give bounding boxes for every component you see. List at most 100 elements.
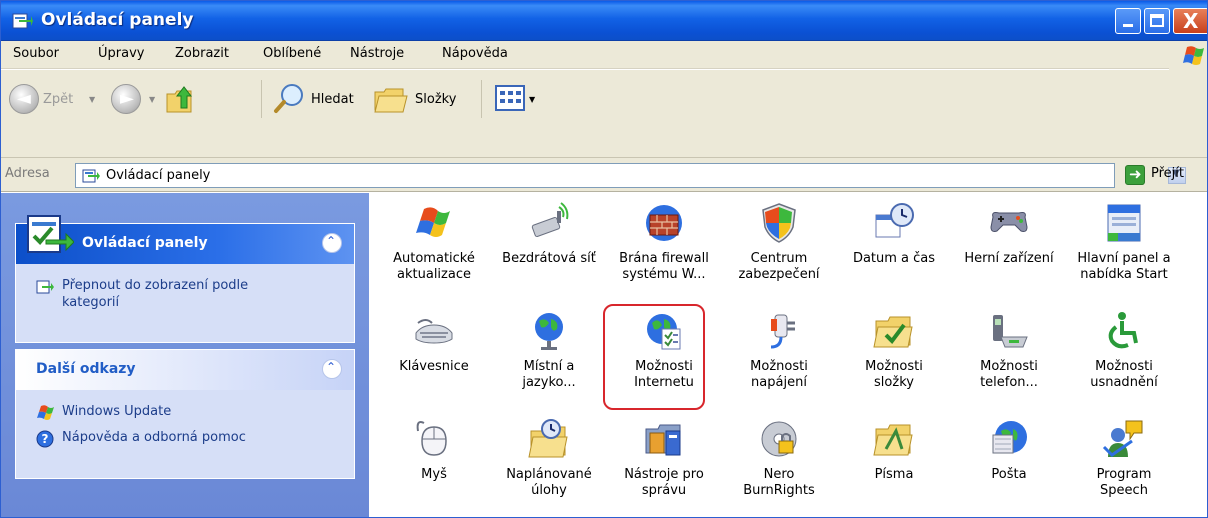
item-label-line1: Naplánované <box>506 467 592 482</box>
item-label-line1: Možnosti <box>980 359 1038 374</box>
control-panel-section-title: Ovládací panely <box>82 235 208 251</box>
maximize-icon <box>1150 14 1164 27</box>
item-label-line1: Bezdrátová síť <box>502 251 596 266</box>
menu-oblibene[interactable]: Oblíbené <box>263 46 321 61</box>
control-panel-section: Ovládací panely ⌃ Přepnout do zobrazení … <box>15 215 355 343</box>
go-arrow-icon: ➜ <box>1129 165 1142 183</box>
control-panel-item-label: Nástroje pro správu <box>604 467 724 499</box>
folders-button[interactable]: Složky <box>415 92 456 107</box>
forward-arrow-icon: ► <box>120 88 134 109</box>
control-panel-item[interactable]: Bezdrátová síť <box>489 201 609 267</box>
back-arrow-icon: ◄ <box>17 88 31 109</box>
search-button[interactable]: Hledat <box>311 92 354 107</box>
control-panel-item-label: Herní zařízení <box>949 251 1069 267</box>
views-dropdown-icon[interactable]: ▼ <box>529 95 535 104</box>
control-panel-item[interactable]: Písma <box>834 417 954 483</box>
control-panel-item[interactable]: Program Speech <box>1064 417 1184 499</box>
address-field[interactable]: Ovládací panely ▼ <box>75 163 1186 188</box>
title-bar[interactable]: Ovládací panely X <box>1 1 1207 41</box>
chevron-up-icon: ⌃ <box>326 360 337 374</box>
control-panel-item[interactable]: Možnosti složky <box>834 309 954 391</box>
control-panel-item[interactable]: Možnosti napájení <box>719 309 839 391</box>
menu-upravy[interactable]: Úpravy <box>98 46 144 61</box>
control-panel-item[interactable]: Herní zařízení <box>949 201 1069 267</box>
menu-bar: Soubor Úpravy Zobrazit Oblíbené Nástroje… <box>1 41 1207 69</box>
control-panel-item[interactable]: Datum a čas <box>834 201 954 267</box>
mouse-icon <box>416 421 447 456</box>
menu-soubor[interactable]: Soubor <box>13 46 59 61</box>
control-panel-item[interactable]: Automatické aktualizace <box>374 201 494 283</box>
search-icon[interactable] <box>273 82 307 116</box>
control-panel-item[interactable]: Možnosti telefon... <box>949 309 1069 391</box>
item-label-line2: systému W... <box>622 267 706 282</box>
security-shield-icon <box>762 203 796 243</box>
maximize-button[interactable] <box>1144 8 1170 34</box>
item-label-line2: úlohy <box>531 483 567 498</box>
item-label-line1: Možnosti <box>750 359 808 374</box>
item-label-line1: Myš <box>421 467 447 482</box>
go-button[interactable]: ➜ <box>1125 165 1145 185</box>
back-button[interactable]: ◄ <box>9 84 39 114</box>
back-dropdown-icon[interactable]: ▼ <box>89 95 95 104</box>
forward-dropdown-icon[interactable]: ▼ <box>149 95 155 104</box>
up-folder-button[interactable] <box>163 82 197 116</box>
control-panel-item-label: Bezdrátová síť <box>489 251 609 267</box>
power-options-icon <box>770 314 795 349</box>
control-panel-section-header[interactable]: Ovládací panely ⌃ <box>16 215 354 264</box>
folders-icon[interactable] <box>373 82 409 116</box>
menu-napoveda[interactable]: Nápověda <box>442 46 508 61</box>
taskbar-icon <box>1107 204 1141 242</box>
switch-view-line1: Přepnout do zobrazení podle <box>62 278 249 293</box>
toolbar-separator-2 <box>481 80 482 118</box>
control-panel-item[interactable]: Nero BurnRights <box>719 417 839 499</box>
item-label-line2: napájení <box>751 375 807 390</box>
go-label[interactable]: Přejít <box>1151 166 1184 181</box>
views-icon[interactable] <box>495 85 525 111</box>
item-label-line1: Písma <box>874 467 914 482</box>
admin-tools-icon <box>645 424 681 456</box>
item-label-line1: Možnosti <box>635 359 693 374</box>
control-panel-item-label: Možnosti napájení <box>719 359 839 391</box>
control-panel-item[interactable]: Možnosti Internetu <box>604 309 724 391</box>
item-label-line1: Program <box>1096 467 1152 482</box>
control-panel-icon <box>12 13 33 29</box>
item-label-line1: Centrum <box>750 251 808 266</box>
control-panel-item[interactable]: Pošta <box>949 417 1069 483</box>
forward-button[interactable]: ► <box>111 84 141 114</box>
control-panel-item[interactable]: Možnosti usnadnění <box>1064 309 1184 391</box>
item-label-line1: Brána firewall <box>619 251 709 266</box>
item-label-line1: Datum a čas <box>852 251 936 266</box>
fonts-folder-icon <box>873 424 913 456</box>
address-value: Ovládací panely <box>106 168 211 183</box>
control-panel-item[interactable]: Nástroje pro správu <box>604 417 724 499</box>
menu-nastroje[interactable]: Nástroje <box>350 46 404 61</box>
control-panel-item-label: Místní a jazyko... <box>489 359 609 391</box>
back-label[interactable]: Zpět <box>43 92 73 107</box>
control-panel-item[interactable]: Myš <box>374 417 494 483</box>
collapse-button[interactable]: ⌃ <box>322 233 342 253</box>
collapse-button-2[interactable]: ⌃ <box>322 359 342 379</box>
item-label-line2: jazyko... <box>522 375 576 390</box>
control-panel-item[interactable]: Hlavní panel a nabídka Start <box>1064 201 1184 283</box>
other-links-section-header[interactable]: Další odkazy ⌃ <box>16 350 354 390</box>
speech-icon <box>1102 420 1143 457</box>
control-panel-item-label: Klávesnice <box>374 359 494 375</box>
control-panel-item[interactable]: Centrum zabezpečení <box>719 201 839 283</box>
game-controller-icon <box>990 212 1028 232</box>
item-label-line2: BurnRights <box>743 483 815 498</box>
toolbar-separator <box>261 80 262 118</box>
item-label-line2: Speech <box>1100 483 1148 498</box>
scheduled-tasks-icon <box>528 419 568 458</box>
minimize-button[interactable] <box>1115 8 1141 34</box>
control-panel-item[interactable]: Brána firewall systému W... <box>604 201 724 283</box>
control-panel-item-label: Možnosti usnadnění <box>1064 359 1184 391</box>
control-panel-item-label: Písma <box>834 467 954 483</box>
control-panel-item[interactable]: Naplánované úlohy <box>489 417 609 499</box>
control-panel-item-label: Automatické aktualizace <box>374 251 494 283</box>
switch-view-line2: kategorií <box>62 295 120 310</box>
control-panel-icon <box>82 169 100 183</box>
close-button[interactable]: X <box>1173 8 1207 34</box>
control-panel-item[interactable]: Místní a jazyko... <box>489 309 609 391</box>
control-panel-item[interactable]: Klávesnice <box>374 309 494 375</box>
menu-zobrazit[interactable]: Zobrazit <box>175 46 229 61</box>
